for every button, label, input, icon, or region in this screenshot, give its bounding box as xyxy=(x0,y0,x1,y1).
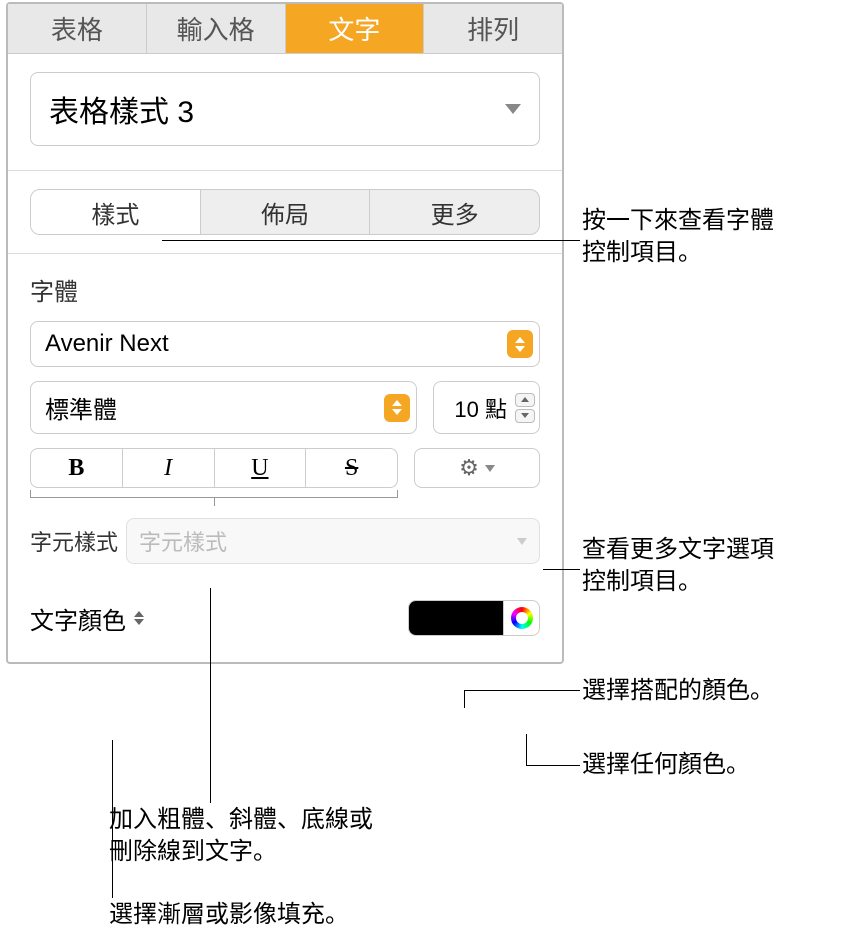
bold-button[interactable]: B xyxy=(31,449,123,487)
font-weight-value: 標準體 xyxy=(45,390,117,425)
chevron-down-icon xyxy=(505,104,521,114)
leader-line xyxy=(526,765,580,766)
bracket-stem xyxy=(214,498,215,506)
stepper-up[interactable] xyxy=(515,393,535,407)
callout-biu: 加入粗體、斜體、底線或刪除線到文字。 xyxy=(109,804,373,869)
bracket-decoration xyxy=(30,490,398,498)
leader-line xyxy=(526,734,527,766)
callout-gradient-fill: 選擇漸層或影像填充。 xyxy=(109,899,349,931)
font-family-value: Avenir Next xyxy=(45,330,169,358)
leader-line xyxy=(162,240,580,241)
font-size-field[interactable]: 10 點 xyxy=(433,381,540,434)
color-wheel-button[interactable] xyxy=(503,601,539,635)
format-panel: 表格 輸入格 文字 排列 表格樣式 3 樣式 佈局 更多 字體 Avenir N… xyxy=(6,2,564,664)
character-style-placeholder: 字元樣式 xyxy=(139,525,227,557)
inspector-tabs: 表格 輸入格 文字 排列 xyxy=(8,4,562,54)
chevron-down-icon xyxy=(517,538,527,545)
font-family-select[interactable]: Avenir Next xyxy=(30,321,540,367)
character-style-select[interactable]: 字元樣式 xyxy=(126,518,540,564)
paragraph-style-select[interactable]: 表格樣式 3 xyxy=(30,72,540,146)
callout-matching-color: 選擇搭配的顏色。 xyxy=(582,675,774,707)
text-color-label: 文字顏色 xyxy=(30,601,126,636)
callout-any-color: 選擇任何顏色。 xyxy=(582,749,750,781)
subtab-layout[interactable]: 佈局 xyxy=(201,190,371,234)
leader-line xyxy=(210,588,211,803)
text-style-buttons: B I U S xyxy=(30,448,398,488)
leader-line xyxy=(543,569,580,570)
color-swatch[interactable] xyxy=(409,601,503,635)
font-weight-select[interactable]: 標準體 xyxy=(30,381,417,434)
subtab-more[interactable]: 更多 xyxy=(370,190,539,234)
advanced-options-button[interactable]: ⚙ xyxy=(414,448,540,488)
tab-arrange[interactable]: 排列 xyxy=(424,4,562,53)
color-wheel-icon xyxy=(511,607,533,629)
gear-icon: ⚙ xyxy=(459,455,479,481)
color-controls xyxy=(408,600,540,636)
stepper-down[interactable] xyxy=(515,409,535,423)
font-size-value: 10 點 xyxy=(454,392,507,424)
callout-font-controls: 按一下來查看字體控制項目。 xyxy=(582,205,774,270)
divider xyxy=(8,253,562,254)
font-section-label: 字體 xyxy=(30,272,540,307)
leader-line xyxy=(464,690,580,691)
leader-line xyxy=(112,740,113,898)
font-size-stepper xyxy=(515,393,535,423)
dropdown-arrows-icon xyxy=(384,394,410,422)
dropdown-arrows-icon xyxy=(507,330,533,358)
updown-icon xyxy=(134,611,144,625)
text-color-menu[interactable]: 文字顏色 xyxy=(30,601,144,636)
divider xyxy=(8,170,562,171)
underline-button[interactable]: U xyxy=(215,449,307,487)
tab-cell[interactable]: 輸入格 xyxy=(147,4,286,53)
character-style-label: 字元樣式 xyxy=(30,525,118,557)
paragraph-style-value: 表格樣式 3 xyxy=(49,87,194,131)
text-subtabs: 樣式 佈局 更多 xyxy=(30,189,540,235)
tab-table[interactable]: 表格 xyxy=(8,4,147,53)
subtab-style[interactable]: 樣式 xyxy=(31,190,201,234)
strikethrough-button[interactable]: S xyxy=(306,449,397,487)
italic-button[interactable]: I xyxy=(123,449,215,487)
tab-text[interactable]: 文字 xyxy=(286,4,425,53)
chevron-down-icon xyxy=(485,465,495,472)
leader-line xyxy=(464,690,465,708)
callout-advanced: 查看更多文字選項控制項目。 xyxy=(582,534,774,599)
